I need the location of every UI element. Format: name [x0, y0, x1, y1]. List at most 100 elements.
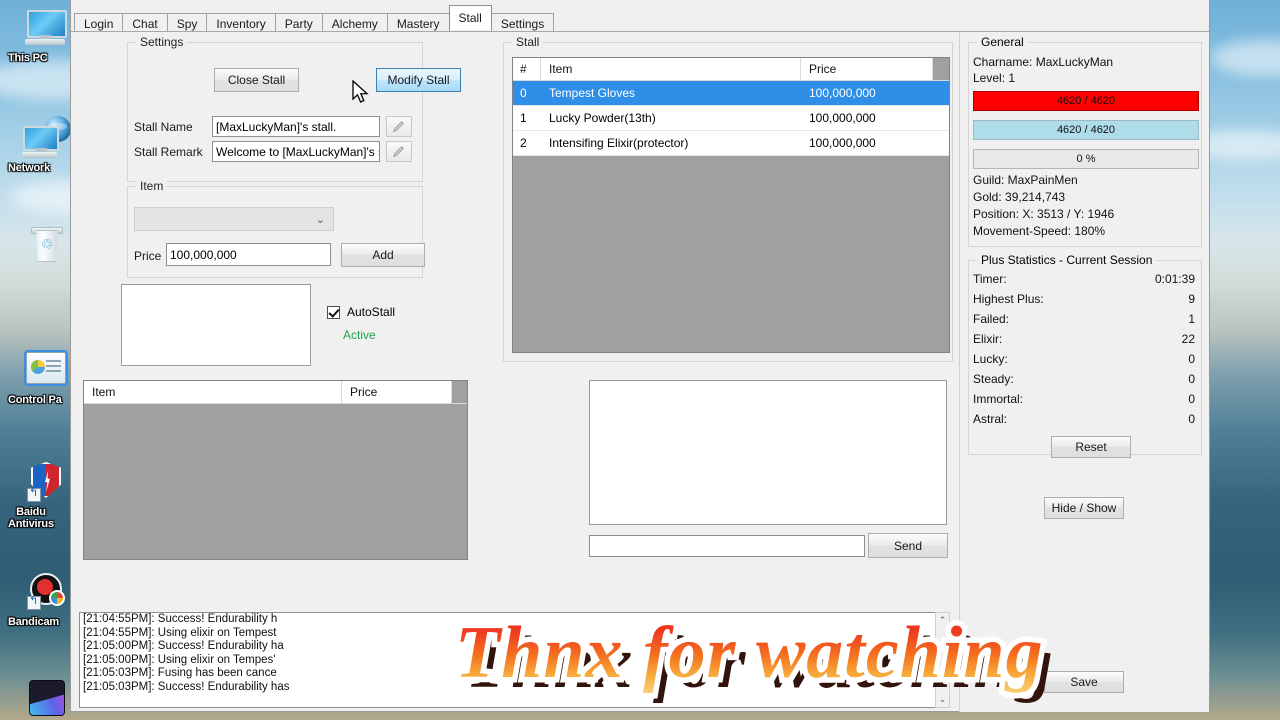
stat-label: Steady: — [973, 372, 1014, 386]
price-input[interactable]: 100,000,000 — [166, 243, 331, 266]
tab-list: Login Chat Spy Inventory Party Alchemy M… — [74, 5, 555, 34]
row-num: 2 — [520, 136, 527, 150]
stat-value: 1 — [1188, 312, 1195, 326]
save-button[interactable]: Save — [1044, 671, 1124, 693]
log-line: [21:05:00PM]: Success! Endurability ha — [83, 640, 284, 653]
row-item: Intensifing Elixir(protector) — [549, 136, 689, 150]
autostall-checkbox[interactable] — [327, 305, 340, 319]
chat-input[interactable] — [589, 535, 865, 557]
autostall-row[interactable]: AutoStall — [327, 305, 395, 319]
desktop-icon-label: This PC — [8, 52, 48, 64]
chat-output-box[interactable] — [589, 380, 947, 525]
plus-statistics-list: Timer: 0:01:39 Highest Plus: 9 Failed: 1… — [971, 269, 1199, 429]
row-price: 100,000,000 — [809, 86, 876, 100]
stat-value: 0 — [1188, 392, 1195, 406]
log-line: [21:05:00PM]: Using elixir on Tempes' — [83, 653, 276, 666]
stat-label: Immortal: — [973, 392, 1024, 406]
pending-items-box[interactable] — [121, 284, 311, 366]
bottom-list-col-price[interactable]: Price — [342, 381, 452, 404]
guild-text: Guild: MaxPainMen — [973, 173, 1078, 187]
stall-name-input[interactable]: [MaxLuckyMan]'s stall. — [212, 116, 380, 137]
stall-remark-edit-button[interactable] — [386, 141, 412, 162]
recycle-bin-icon — [21, 227, 69, 272]
stat-label: Timer: — [973, 272, 1007, 286]
table-row[interactable]: 1 Lucky Powder(13th) 100,000,000 — [513, 106, 949, 131]
add-item-button[interactable]: Add — [341, 243, 425, 267]
plus-statistics-group: Plus Statistics - Current Session Timer:… — [968, 253, 1202, 458]
cloud — [1210, 40, 1280, 76]
stat-label: Astral: — [973, 412, 1008, 426]
desktop-icon-label: Baidu Antivirus — [8, 506, 54, 530]
desktop-icon-label: Network — [8, 162, 50, 174]
stall-list-col-price[interactable]: Price — [801, 58, 933, 81]
row-price: 100,000,000 — [809, 111, 876, 125]
stat-row: Elixir: 22 — [971, 329, 1199, 349]
bottom-list-col-filler — [452, 381, 467, 404]
item-group: Item ⌄ Price 100,000,000 Add — [127, 179, 425, 278]
general-group: General Charname: MaxLuckyMan Level: 1 4… — [968, 35, 1202, 247]
charname-text: Charname: MaxLuckyMan — [973, 55, 1114, 69]
info-sidebar: General Charname: MaxLuckyMan Level: 1 4… — [959, 32, 1209, 712]
settings-group: Settings Close Stall Modify Stall Stall … — [127, 35, 461, 182]
item-select[interactable]: ⌄ — [134, 207, 334, 231]
stat-row: Astral: 0 — [971, 409, 1199, 429]
stall-list-header: # Item Price — [513, 58, 949, 81]
autostall-label: AutoStall — [347, 305, 396, 319]
table-row[interactable]: 0 Tempest Gloves 100,000,000 — [513, 81, 949, 106]
stat-row: Lucky: 0 — [971, 349, 1199, 369]
price-label: Price — [134, 249, 162, 263]
stat-label: Failed: — [973, 312, 1010, 326]
stall-name-label: Stall Name — [134, 120, 193, 134]
pencil-icon — [393, 120, 404, 132]
log-scrollbar[interactable]: ⌃ ⌄ — [935, 612, 950, 708]
stall-item-list[interactable]: # Item Price 0 Tempest Gloves 100,000,00… — [512, 57, 950, 353]
scroll-down-icon[interactable]: ⌄ — [936, 694, 949, 705]
stat-value: 0:01:39 — [1154, 272, 1195, 286]
stall-remark-input[interactable]: Welcome to [MaxLuckyMan]'s s — [212, 141, 380, 162]
hide-show-button[interactable]: Hide / Show — [1044, 497, 1124, 519]
log-line: [21:05:03PM]: Success! Endurability has — [83, 680, 290, 693]
reset-button[interactable]: Reset — [1051, 436, 1131, 458]
general-group-title: General — [977, 35, 1028, 49]
gold-text: Gold: 39,214,743 — [973, 190, 1066, 204]
log-line: [21:05:03PM]: Fusing has been cance — [83, 667, 277, 680]
close-stall-button[interactable]: Close Stall — [214, 68, 299, 92]
modify-stall-button[interactable]: Modify Stall — [376, 68, 461, 92]
tab-stall[interactable]: Stall — [448, 5, 492, 30]
bottom-item-list[interactable]: Item Price — [83, 380, 468, 560]
bottom-list-body — [84, 404, 467, 559]
stat-label: Highest Plus: — [973, 292, 1044, 306]
hp-bar: 4620 / 4620 — [973, 91, 1199, 111]
position-text: Position: X: 3513 / Y: 1946 — [973, 207, 1115, 221]
hp-bar-text: 4620 / 4620 — [1056, 95, 1116, 107]
stall-list-col-filler — [933, 58, 949, 81]
row-item: Lucky Powder(13th) — [549, 111, 656, 125]
stat-value: 0 — [1188, 412, 1195, 426]
stall-list-col-num[interactable]: # — [513, 58, 541, 81]
row-num: 1 — [520, 111, 527, 125]
level-text: Level: 1 — [973, 71, 1016, 85]
movement-speed-text: Movement-Speed: 180% — [973, 224, 1106, 238]
exp-bar-text: 0 % — [1076, 153, 1096, 165]
log-output[interactable]: [21:04:55PM]: Success! Endurability h [2… — [79, 612, 949, 708]
desktop-icon-label: Control Pa — [8, 394, 62, 406]
stall-name-edit-button[interactable] — [386, 116, 412, 137]
stat-row: Steady: 0 — [971, 369, 1199, 389]
mp-bar: 4620 / 4620 — [973, 120, 1199, 140]
stat-row: Immortal: 0 — [971, 389, 1199, 409]
mouse-cursor — [352, 80, 369, 103]
table-row[interactable]: 2 Intensifing Elixir(protector) 100,000,… — [513, 131, 949, 156]
stall-remark-label: Stall Remark — [134, 145, 203, 159]
item-group-title: Item — [136, 179, 168, 193]
stat-value: 9 — [1188, 292, 1195, 306]
tab-bar: Login Chat Spy Inventory Party Alchemy M… — [71, 0, 1209, 34]
desktop-icon-label: Bandicam — [8, 616, 59, 628]
stall-group-title: Stall — [512, 35, 544, 49]
app-icon — [21, 678, 69, 722]
stat-label: Elixir: — [973, 332, 1003, 346]
bottom-list-header: Item Price — [84, 381, 467, 404]
bottom-list-col-item[interactable]: Item — [84, 381, 342, 404]
send-button[interactable]: Send — [868, 533, 948, 558]
scroll-up-icon[interactable]: ⌃ — [936, 615, 949, 626]
stall-list-col-item[interactable]: Item — [541, 58, 801, 81]
